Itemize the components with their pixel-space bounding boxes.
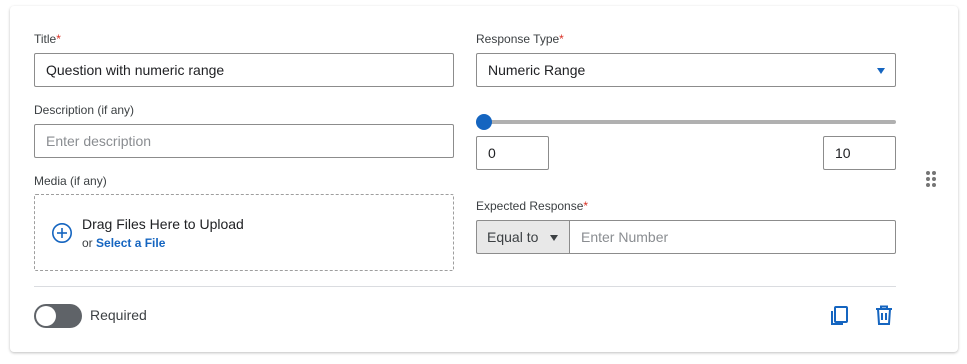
operator-select[interactable]: Equal to — [476, 220, 570, 254]
range-min-value: 0 — [488, 145, 496, 161]
title-input-value: Question with numeric range — [46, 62, 225, 78]
footer-divider — [34, 286, 896, 287]
copy-icon[interactable] — [829, 304, 851, 326]
add-circle-icon[interactable] — [51, 222, 73, 244]
response-type-value: Numeric Range — [488, 62, 586, 78]
response-type-label: Response Type* — [476, 32, 564, 46]
expected-number-placeholder: Enter Number — [581, 229, 669, 245]
or-text: or — [82, 236, 97, 250]
range-max-input[interactable]: 10 — [823, 136, 896, 170]
drag-handle-icon[interactable] — [926, 171, 936, 187]
range-max-value: 10 — [835, 145, 851, 161]
trash-icon[interactable] — [873, 304, 895, 326]
file-dropzone[interactable]: Drag Files Here to Upload or Select a Fi… — [34, 194, 454, 271]
description-input[interactable]: Enter description — [34, 124, 454, 158]
range-slider-track[interactable] — [476, 120, 896, 124]
required-label: Required — [90, 307, 147, 323]
drag-text: Drag Files Here to Upload — [82, 216, 244, 232]
title-label: Title* — [34, 32, 61, 46]
description-label: Description (if any) — [34, 103, 135, 117]
range-slider-thumb[interactable] — [476, 114, 492, 130]
operator-value: Equal to — [487, 229, 539, 245]
range-min-input[interactable]: 0 — [476, 136, 549, 170]
title-input[interactable]: Question with numeric range — [34, 53, 454, 87]
select-file-link[interactable]: Select a File — [96, 236, 165, 250]
expected-response-label: Expected Response* — [476, 199, 589, 213]
response-type-select[interactable]: Numeric Range — [476, 53, 896, 87]
or-select-row: or Select a File — [82, 236, 165, 250]
expected-number-input[interactable]: Enter Number — [569, 220, 896, 254]
description-placeholder: Enter description — [46, 133, 152, 149]
media-label: Media (if any) — [34, 174, 107, 188]
required-toggle[interactable] — [34, 304, 82, 328]
toggle-knob — [36, 306, 56, 326]
dropdown-arrow-icon — [877, 68, 885, 74]
caret-down-icon — [550, 235, 558, 241]
